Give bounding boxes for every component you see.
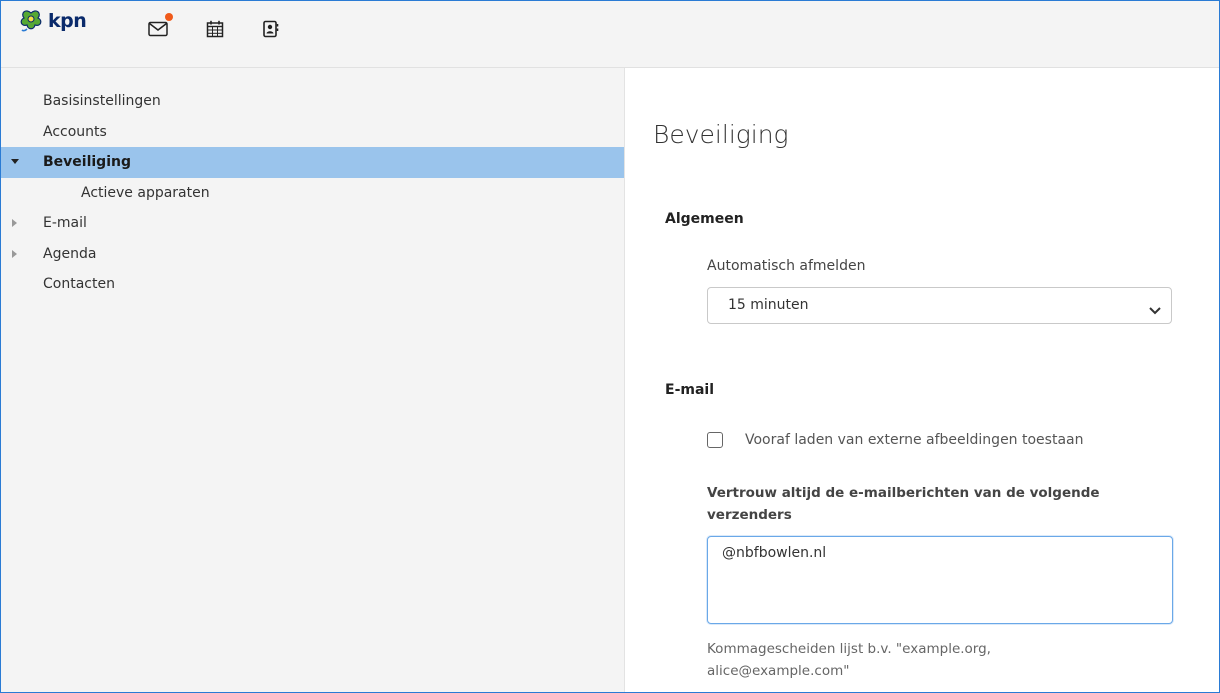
sidebar-item-email[interactable]: E-mail <box>1 208 624 239</box>
sidebar-item-label: Accounts <box>43 123 107 140</box>
settings-sidebar: Basisinstellingen Accounts Beveiliging A… <box>1 68 625 692</box>
top-bar: kpn <box>1 1 1219 68</box>
sidebar-item-accounts[interactable]: Accounts <box>1 117 624 148</box>
caret-down-icon[interactable] <box>10 147 20 177</box>
mail-icon[interactable] <box>146 13 173 41</box>
trusted-senders-input[interactable]: @nbfbowlen.nl <box>707 536 1173 624</box>
sidebar-item-actieve-apparaten[interactable]: Actieve apparaten <box>1 178 624 209</box>
unread-badge <box>165 13 173 21</box>
sidebar-item-label: Contacten <box>43 276 115 292</box>
kpn-logo[interactable]: kpn <box>18 9 87 33</box>
kpn-flower-icon <box>20 10 42 32</box>
caret-right-icon[interactable] <box>10 208 20 238</box>
preload-images-checkbox[interactable] <box>707 432 723 448</box>
sidebar-item-label: Actieve apparaten <box>81 184 210 201</box>
chevron-down-icon <box>1149 300 1161 319</box>
sidebar-item-basisinstellingen[interactable]: Basisinstellingen <box>1 86 624 117</box>
sidebar-item-beveiliging[interactable]: Beveiliging <box>1 147 624 178</box>
calendar-icon[interactable] <box>203 17 227 41</box>
logo-text: kpn <box>48 10 87 32</box>
settings-nav: Basisinstellingen Accounts Beveiliging A… <box>1 68 624 300</box>
section-heading-email: E-mail <box>665 382 715 398</box>
autologout-label: Automatisch afmelden <box>707 258 866 274</box>
sidebar-item-label: Agenda <box>43 245 97 262</box>
preload-images-label[interactable]: Vooraf laden van externe afbeeldingen to… <box>745 432 1083 448</box>
autologout-selected-value: 15 minuten <box>728 297 809 313</box>
page-title: Beveiliging <box>653 120 789 149</box>
caret-right-icon[interactable] <box>10 239 20 269</box>
sidebar-item-contacten[interactable]: Contacten <box>1 269 624 300</box>
trusted-senders-help-text: Kommagescheiden lijst b.v. "example.org,… <box>707 641 991 679</box>
settings-content: Beveiliging Algemeen Automatisch afmelde… <box>625 68 1219 692</box>
contacts-icon[interactable] <box>259 17 283 41</box>
sidebar-item-label: E-mail <box>43 215 87 231</box>
sidebar-item-agenda[interactable]: Agenda <box>1 239 624 270</box>
section-heading-general: Algemeen <box>665 211 744 227</box>
autologout-select[interactable]: 15 minuten <box>707 287 1172 324</box>
preload-images-row: Vooraf laden van externe afbeeldingen to… <box>707 432 1083 448</box>
sidebar-item-label: Basisinstellingen <box>43 93 161 109</box>
sidebar-item-label: Beveiliging <box>43 154 131 170</box>
trusted-senders-label: Vertrouw altijd de e-mailberichten van d… <box>707 485 1100 523</box>
app-window: kpn Basisinstellingen Accounts Beveiligi… <box>0 0 1220 693</box>
